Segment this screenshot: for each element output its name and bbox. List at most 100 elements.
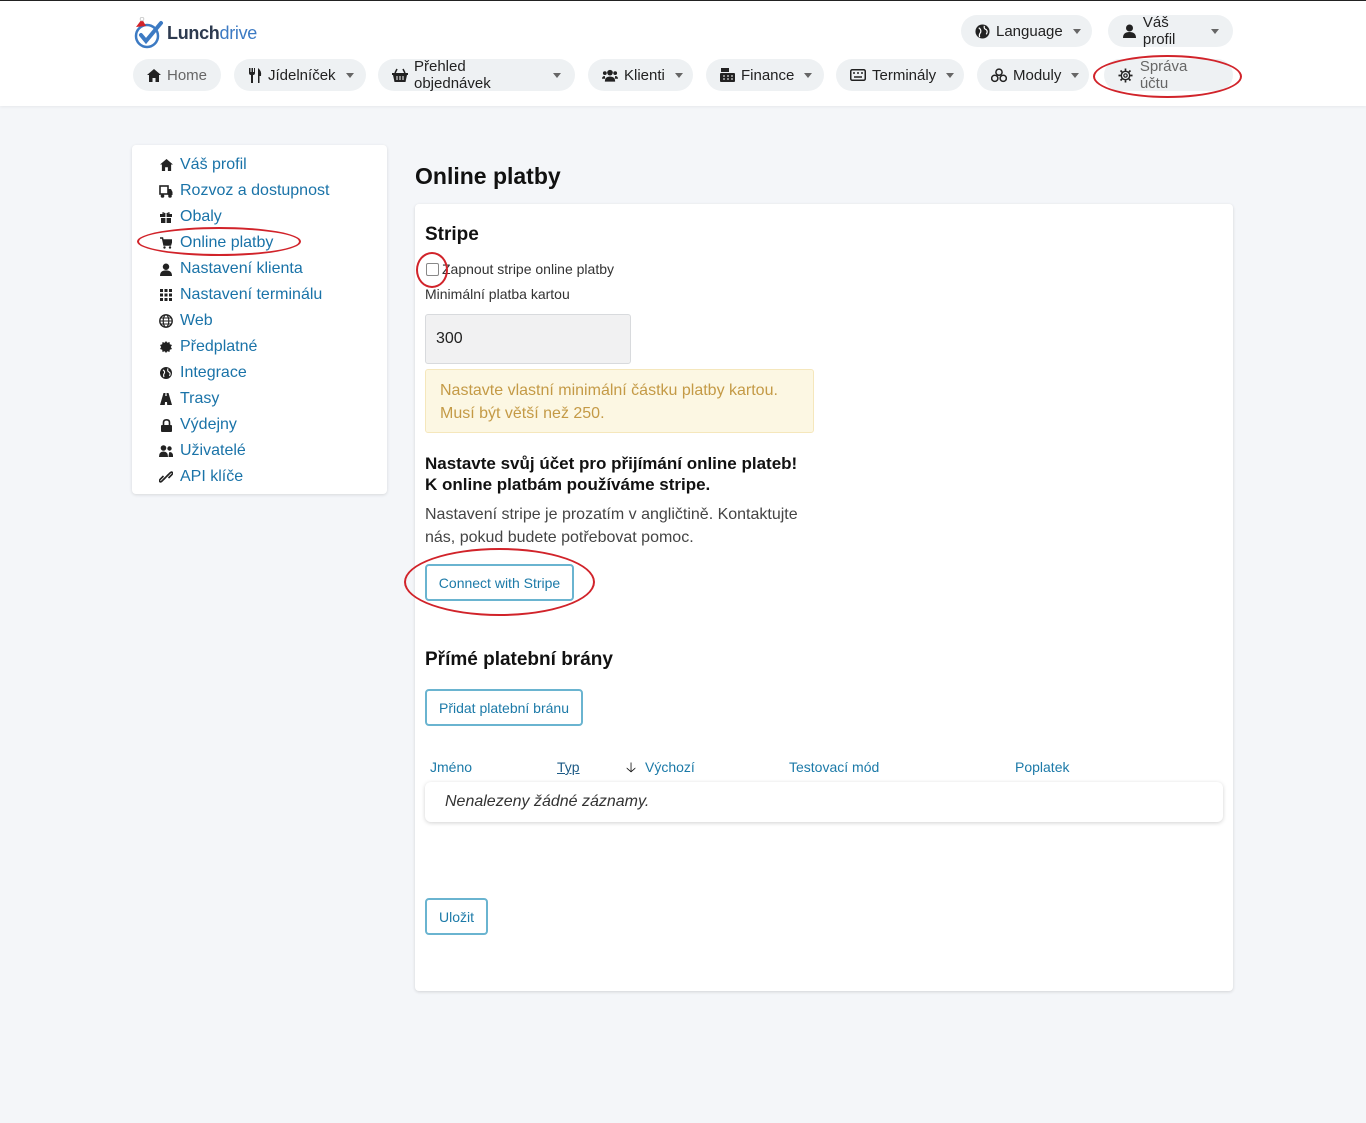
- sidebar-item-label: Nastavení klienta: [180, 260, 303, 277]
- sidebar-item-integration[interactable]: Integrace: [132, 360, 387, 386]
- keyboard-icon: [850, 67, 866, 83]
- stripe-enable-row[interactable]: Zapnout stripe online platby: [426, 261, 614, 277]
- users-icon: [602, 67, 618, 83]
- chevron-down-icon: [1211, 28, 1219, 34]
- column-header-test-mode[interactable]: Testovací mód: [789, 759, 879, 775]
- chevron-down-icon: [804, 72, 813, 78]
- min-payment-warning: Nastavte vlastní minimální částku platby…: [425, 369, 814, 433]
- sidebar-item-label: Uživatelé: [180, 442, 246, 459]
- boxes-icon: [991, 67, 1007, 83]
- column-header-type[interactable]: Typ: [557, 759, 580, 775]
- sidebar-item-online-payments[interactable]: Online platby: [132, 230, 387, 256]
- stripe-setup-heading-line-1: Nastavte svůj účet pro přijímání online …: [425, 454, 798, 473]
- cutlery-icon: [248, 67, 262, 83]
- nav-finance-label: Finance: [741, 66, 795, 84]
- nav-home-label: Home: [167, 66, 208, 84]
- sidebar-item-api-keys[interactable]: API klíče: [132, 464, 387, 490]
- globe-icon: [975, 23, 990, 39]
- page-title: Online platby: [415, 163, 561, 189]
- sidebar-item-label: Online platby: [180, 234, 274, 251]
- globe-small-icon: [159, 366, 173, 380]
- users-icon: [159, 444, 173, 458]
- online-payments-card: Stripe Zapnout stripe online platby Mini…: [415, 204, 1233, 991]
- sidebar-item-label: Trasy: [180, 390, 220, 407]
- sidebar-item-label: Nastavení terminálu: [180, 286, 323, 303]
- logo-text: Lunchdrive: [167, 22, 258, 43]
- grid-icon: [159, 288, 173, 302]
- lunchdrive-logo[interactable]: Lunchdrive: [132, 16, 258, 49]
- link-icon: [159, 470, 173, 484]
- sidebar-item-terminal-settings[interactable]: Nastavení terminálu: [132, 282, 387, 308]
- column-header-default[interactable]: Výchozí: [645, 759, 695, 775]
- gift-icon: [159, 210, 173, 224]
- stripe-enable-label: Zapnout stripe online platby: [442, 261, 614, 277]
- nav-home[interactable]: Home: [133, 59, 221, 91]
- language-dropdown[interactable]: Language: [961, 15, 1092, 47]
- sidebar-item-pickup-points[interactable]: Výdejny: [132, 412, 387, 438]
- sidebar-item-label: Výdejny: [180, 416, 237, 433]
- home-icon: [147, 67, 161, 83]
- sidebar-item-users[interactable]: Uživatelé: [132, 438, 387, 464]
- sidebar-item-routes[interactable]: Trasy: [132, 386, 387, 412]
- road-icon: [159, 392, 173, 406]
- certificate-icon: [159, 340, 173, 354]
- stripe-setup-heading-line-2: K online platbám používáme stripe.: [425, 475, 711, 494]
- sidebar-item-packaging[interactable]: Obaly: [132, 204, 387, 230]
- sidebar-item-label: Předplatné: [180, 338, 258, 355]
- sidebar-item-label: Váš profil: [180, 156, 247, 173]
- sidebar-item-label: Integrace: [180, 364, 247, 381]
- chevron-down-icon: [553, 72, 561, 78]
- nav-modules-label: Moduly: [1013, 66, 1062, 84]
- column-header-fee[interactable]: Poplatek: [1015, 759, 1069, 775]
- nav-orders[interactable]: Přehled objednávek: [378, 58, 575, 92]
- sidebar-item-label: Rozvoz a dostupnost: [180, 182, 330, 199]
- sidebar-item-label: API klíče: [180, 468, 244, 485]
- stripe-heading: Stripe: [425, 224, 479, 245]
- gear-icon: [1118, 67, 1134, 83]
- nav-clients-label: Klienti: [624, 66, 665, 84]
- nav-terminals[interactable]: Terminály: [836, 59, 964, 91]
- top-bar: Lunchdrive Language Váš profil Home Jíde…: [0, 0, 1366, 106]
- basket-icon: [392, 67, 408, 83]
- sidebar-item-profile[interactable]: Váš profil: [132, 152, 387, 178]
- globe-icon: [159, 314, 173, 328]
- sort-down-icon[interactable]: 🡣: [626, 757, 636, 781]
- sidebar-item-web[interactable]: Web: [132, 308, 387, 334]
- add-gateway-button[interactable]: Přidat platební bránu: [425, 689, 583, 726]
- chevron-down-icon: [946, 72, 955, 78]
- sidebar-item-label: Web: [180, 312, 213, 329]
- user-icon: [1122, 23, 1137, 39]
- min-payment-input[interactable]: 300: [425, 314, 631, 364]
- cash-register-icon: [720, 67, 735, 83]
- sidebar-item-subscription[interactable]: Předplatné: [132, 334, 387, 360]
- nav-menu-label: Jídelníček: [268, 66, 336, 84]
- user-icon: [159, 262, 173, 276]
- nav-menu[interactable]: Jídelníček: [234, 59, 366, 91]
- sidebar-item-label: Obaly: [180, 208, 222, 225]
- cart-icon: [159, 236, 173, 250]
- sidebar-item-client-settings[interactable]: Nastavení klienta: [132, 256, 387, 282]
- lock-icon: [159, 418, 173, 432]
- nav-clients[interactable]: Klienti: [588, 59, 693, 91]
- chevron-down-icon: [345, 72, 354, 78]
- delivery-icon: [159, 184, 173, 198]
- chevron-down-icon: [674, 72, 683, 78]
- chevron-down-icon: [1071, 72, 1080, 78]
- stripe-setup-text: Nastavení stripe je prozatím v angličtin…: [425, 506, 798, 546]
- profile-label: Váš profil: [1142, 14, 1176, 48]
- stripe-enable-checkbox[interactable]: [426, 262, 439, 276]
- column-header-name[interactable]: Jméno: [430, 759, 472, 775]
- nav-terminals-label: Terminály: [872, 66, 937, 84]
- nav-account-settings-label: Správa účtu: [1139, 58, 1188, 92]
- connect-stripe-button[interactable]: Connect with Stripe: [425, 564, 574, 601]
- sidebar-item-delivery[interactable]: Rozvoz a dostupnost: [132, 178, 387, 204]
- nav-orders-label: Přehled objednávek: [414, 58, 491, 92]
- nav-modules[interactable]: Moduly: [977, 59, 1089, 91]
- nav-account-settings[interactable]: Správa účtu: [1104, 58, 1233, 92]
- logo-check-icon: [132, 16, 164, 49]
- stripe-setup-heading: Nastavte svůj účet pro přijímání online …: [425, 453, 825, 495]
- save-button[interactable]: Uložit: [425, 898, 488, 935]
- profile-dropdown[interactable]: Váš profil: [1108, 14, 1233, 48]
- min-payment-label: Minimální platba kartou: [425, 286, 570, 302]
- nav-finance[interactable]: Finance: [706, 59, 824, 91]
